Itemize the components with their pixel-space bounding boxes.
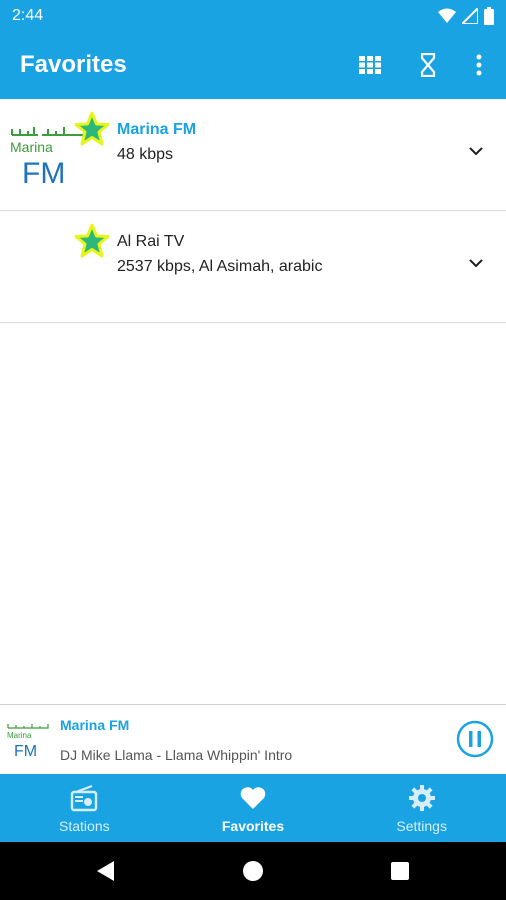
station-row-marina-fm[interactable]: Marina FM Marina FM 48 kbps [0,99,506,211]
bottom-nav: Stations Favorites Settings [0,774,506,842]
page-title: Favorites [20,51,127,78]
status-icons [438,7,494,25]
favorites-list: Marina FM Marina FM 48 kbps Al Rai TV 25… [0,99,506,323]
overflow-menu-icon [476,54,482,76]
nav-label-favorites: Favorites [221,818,285,834]
nav-favorites[interactable]: Favorites [169,774,338,842]
pause-icon [469,731,473,747]
station-info: 48 kbps [117,146,174,163]
nav-label-stations: Stations [59,818,110,834]
favorite-star-icon[interactable] [74,223,110,259]
logo-text-marina: Marina [10,139,53,155]
overflow-menu-button[interactable] [464,50,494,80]
gear-icon [408,785,435,811]
app-bar: Favorites [0,32,506,99]
logo-text-fm: FM [22,157,65,189]
np-logo-text-marina: Marina [7,731,32,740]
system-nav-bar [0,842,506,900]
station-info: 2537 kbps, Al Asimah, arabic [117,258,323,275]
favorite-star-icon[interactable] [74,111,110,147]
wifi-icon [438,8,456,23]
nav-settings[interactable]: Settings [337,774,506,842]
cell-signal-icon [462,8,478,24]
back-icon[interactable] [94,859,118,883]
now-playing-station: Marina FM [60,717,130,733]
radio-icon [71,784,98,812]
battery-icon [484,7,494,25]
status-bar: 2:44 [0,0,506,32]
chevron-down-icon[interactable] [464,139,488,163]
chevron-down-icon[interactable] [464,251,488,275]
recents-icon[interactable] [388,859,412,883]
station-name: Marina FM [117,121,197,138]
now-playing-track: DJ Mike Llama - Llama Whippin' Intro [60,747,293,763]
station-name: Al Rai TV [117,233,185,250]
sleep-timer-icon [420,53,436,77]
pause-button[interactable] [456,720,494,758]
heart-icon [240,787,266,809]
grid-view-icon [359,56,381,74]
nav-stations[interactable]: Stations [0,774,169,842]
home-icon[interactable] [241,859,265,883]
sleep-timer-button[interactable] [413,50,443,80]
station-row-al-rai-tv[interactable]: Al Rai TV 2537 kbps, Al Asimah, arabic [0,211,506,323]
nav-label-settings: Settings [396,818,447,834]
status-time: 2:44 [12,7,44,24]
now-playing-logo: Marina FM [6,719,50,760]
np-logo-text-fm: FM [14,743,37,759]
grid-view-button[interactable] [355,50,385,80]
now-playing-bar[interactable]: Marina FM Marina FM DJ Mike Llama - Llam… [0,704,506,774]
